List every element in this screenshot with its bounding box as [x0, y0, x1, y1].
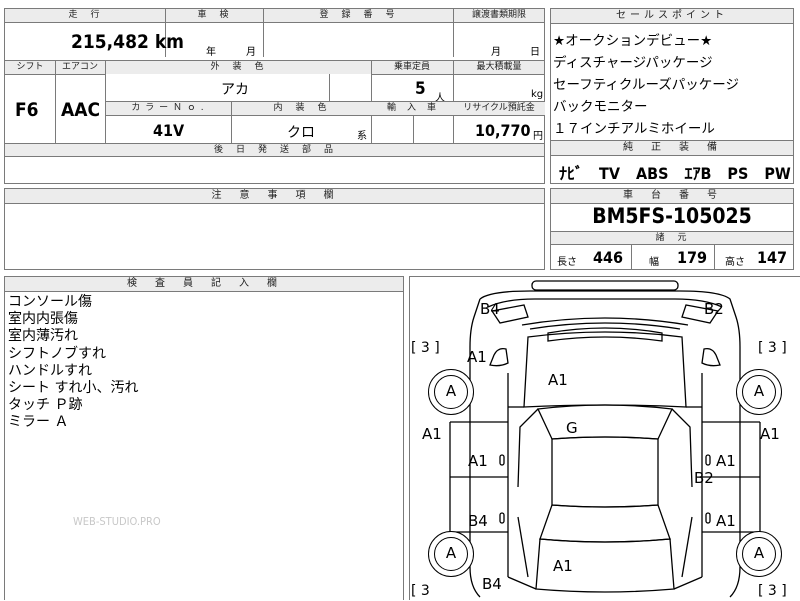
wheel-grade: A [742, 375, 776, 409]
equipment-header: 純 正 装 備 [551, 141, 793, 156]
interior-color-suffix: 系 [357, 131, 367, 142]
sales-point-item: １７インチアルミホイール [553, 121, 715, 137]
sales-point-item: バックモニター [553, 99, 648, 115]
wheel-grade: A [434, 537, 468, 571]
aircon-label: エアコン [61, 62, 98, 72]
damage-mark: B4 [468, 512, 488, 530]
damage-mark: G [566, 419, 578, 437]
damage-mark: A1 [760, 425, 780, 443]
mileage-value: 215,482 km [71, 31, 184, 53]
front-right-wheel: A [736, 369, 782, 415]
inspector-note-line: タッチ Ｐ跡 [8, 397, 83, 414]
inspection-month-unit: 月 [246, 47, 256, 58]
recycle-value: 10,770 [475, 121, 531, 140]
damage-mark: A1 [548, 371, 568, 389]
vehicle-info-table: 走 行 車 検 登 録 番 号 譲渡書類期限 215,482 km 年 月 月 … [4, 8, 545, 184]
shift-label: シフト [16, 62, 44, 72]
length-label: 長さ [557, 257, 577, 268]
rear-left-wheel: A [428, 531, 474, 577]
wheel-grade: A [742, 537, 776, 571]
damage-mark: A1 [422, 425, 442, 443]
mileage-unit: km [154, 31, 184, 53]
damage-mark: A1 [716, 512, 736, 530]
inspector-note-line: 室内薄汚れ [8, 328, 78, 345]
color-no-value: 41V [153, 121, 185, 140]
watermark: WEB-STUDIO.PRO [73, 515, 161, 528]
transfer-month-unit: 月 [491, 47, 501, 58]
width-value: 179 [677, 248, 708, 267]
chassis-number: BM5FS-105025 [592, 204, 752, 228]
recycle-label: リサイクル預託金 [463, 103, 535, 113]
rear-right-wheel: A [736, 531, 782, 577]
exterior-color-label: 外 装 色 [210, 62, 266, 72]
equipment-panel: 純 正 装 備 ﾅﾋﾞ TV ABS ｴｱB PS PW [550, 140, 794, 184]
inspection-year-unit: 年 [206, 47, 216, 58]
inspector-note-line: ミラー Ａ [8, 414, 69, 431]
transfer-day-unit: 日 [530, 47, 540, 58]
damage-mark: A1 [716, 452, 736, 470]
inspector-note-line: シフトノブすれ [8, 345, 106, 362]
inspector-note-line: 室内内張傷 [8, 311, 78, 328]
transfer-deadline-label: 譲渡書類期限 [471, 10, 526, 20]
damage-mark: B2 [704, 300, 724, 318]
inspector-note-line: コンソール傷 [8, 294, 92, 310]
registration-label: 登 録 番 号 [319, 10, 397, 20]
mileage-label: 走 行 [68, 10, 102, 20]
wheel-grade: A [434, 375, 468, 409]
aircon-value: AAC [61, 99, 101, 121]
inspector-header: 検 査 員 記 入 欄 [5, 277, 403, 292]
interior-color-value: クロ [287, 125, 315, 141]
later-parts-label: 後 日 発 送 部 品 [213, 145, 335, 155]
chassis-header: 車 台 番 号 [551, 189, 793, 204]
sales-points-header: セールスポイント [551, 9, 793, 24]
inspection-label: 車 検 [197, 10, 231, 20]
color-no-label: カ ラ ー Ｎ ｏ . [131, 103, 205, 113]
inspector-note-line: シート すれ小、汚れ [8, 380, 139, 397]
specs-header: 諸 元 [655, 233, 689, 243]
damage-mark: B4 [480, 300, 500, 318]
exterior-color-value: アカ [221, 82, 249, 98]
tread-bracket: [ 3 ] [758, 340, 787, 356]
damage-mark: A1 [553, 557, 573, 575]
sales-points-list: ★オークションデビュー★ ディスチャージパッケージ セーフティクルーズパッケージ… [553, 30, 739, 140]
notes-panel: 注 意 事 項 欄 [4, 188, 545, 270]
sales-point-item: ディスチャージパッケージ [553, 55, 713, 71]
capacity-label: 乗車定員 [393, 62, 430, 72]
damage-mark: A1 [468, 452, 488, 470]
equipment-value: ﾅﾋﾞ TV ABS ｴｱB PS PW [559, 164, 791, 183]
max-load-unit: kg [531, 89, 544, 100]
interior-color-label: 内 装 色 [273, 103, 329, 113]
tread-bracket: [ 3 ] [411, 340, 440, 356]
length-value: 446 [593, 248, 624, 267]
chassis-panel: 車 台 番 号 BM5FS-105025 諸 元 長さ 446 幅 179 高さ… [550, 188, 794, 270]
damage-mark: B2 [694, 469, 714, 487]
inspector-panel: 検 査 員 記 入 欄 コンソール傷 室内内張傷 室内薄汚れ シフトノブすれ ハ… [4, 276, 404, 600]
inspector-note-line: ハンドルすれ [8, 362, 92, 379]
max-load-label: 最大積載量 [476, 62, 522, 72]
tread-bracket: [ 3 [411, 583, 430, 599]
damage-mark: A1 [467, 348, 487, 366]
sales-point-item: ★オークションデビュー★ [553, 33, 713, 49]
sales-points-panel: セールスポイント ★オークションデビュー★ ディスチャージパッケージ セーフティ… [550, 8, 794, 142]
damage-mark: B4 [482, 575, 502, 593]
front-left-wheel: A [428, 369, 474, 415]
inspector-notes-list: コンソール傷 室内内張傷 室内薄汚れ シフトノブすれ ハンドルすれ シート すれ… [8, 294, 138, 432]
tread-bracket: [ 3 ] [758, 583, 787, 599]
car-damage-diagram: A A A A [ 3 ] [ 3 ] [ 3 [ 3 ] B4 B2 A1 A… [409, 276, 800, 600]
recycle-unit: 円 [533, 131, 543, 142]
import-label: 輸 入 車 [386, 103, 437, 113]
shift-value: F6 [15, 99, 39, 121]
width-label: 幅 [649, 257, 659, 268]
capacity-value: 5 [415, 79, 426, 99]
notes-header: 注 意 事 項 欄 [5, 189, 544, 204]
height-label: 高さ [725, 257, 745, 268]
height-value: 147 [757, 248, 788, 267]
sales-point-item: セーフティクルーズパッケージ [553, 77, 740, 93]
